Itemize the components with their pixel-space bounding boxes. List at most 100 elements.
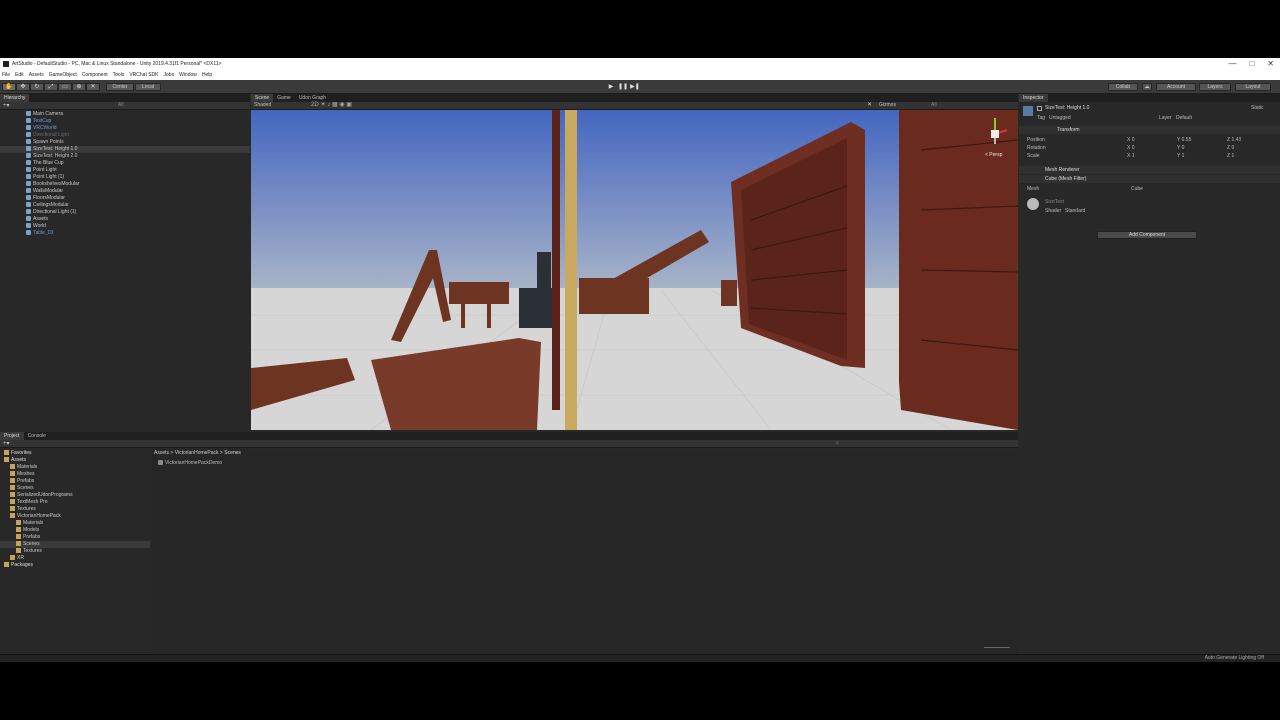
transform-tool-icon[interactable]: ⊕	[72, 83, 86, 91]
menu-gameobject[interactable]: GameObject	[49, 72, 77, 78]
hierarchy-item[interactable]: TestCup	[0, 118, 250, 125]
hand-tool-icon[interactable]: ✋	[2, 83, 16, 91]
project-folder-item[interactable]: Assets	[0, 457, 150, 464]
hierarchy-item[interactable]: FloorsModular	[0, 195, 250, 202]
create-plus-icon[interactable]: +▾	[3, 103, 10, 109]
custom-tool-icon[interactable]: ✕	[86, 83, 100, 91]
project-folder-item[interactable]: Scenes	[0, 485, 150, 492]
scene-search-input[interactable]: All	[931, 103, 937, 108]
menu-assets[interactable]: Assets	[29, 72, 44, 78]
scene-camera-icon[interactable]: ✕	[867, 102, 872, 108]
breadcrumb-scenes[interactable]: Scenes	[224, 450, 241, 456]
scale-z-field[interactable]: Z 1	[1227, 154, 1234, 159]
hierarchy-search-input[interactable]: All	[118, 103, 124, 108]
menu-jobs[interactable]: Jobs	[164, 72, 175, 78]
project-folder-item[interactable]: XR	[0, 555, 150, 562]
play-icon[interactable]: ▶	[606, 83, 616, 91]
shading-mode-dropdown[interactable]: Shaded	[254, 103, 271, 108]
add-component-button[interactable]: Add Component	[1097, 231, 1197, 239]
project-folder-item[interactable]: SerializedUdonPrograms	[0, 492, 150, 499]
project-folder-item[interactable]: Materials	[0, 464, 150, 471]
project-folder-item[interactable]: Prefabs	[0, 534, 150, 541]
maximize-button[interactable]: □	[1249, 60, 1254, 68]
scale-x-field[interactable]: X 1	[1127, 154, 1135, 159]
static-toggle[interactable]: Static	[1251, 106, 1264, 111]
mesh-object-field[interactable]: Cube	[1131, 187, 1143, 192]
position-z-field[interactable]: Z 1.43	[1227, 138, 1241, 143]
project-folder-item[interactable]: Packages	[0, 562, 150, 569]
project-folder-item[interactable]: VictorianHomePack	[0, 513, 150, 520]
tab-udon-graph[interactable]: Udon Graph	[295, 94, 330, 102]
step-icon[interactable]: ▶❚	[630, 83, 640, 91]
hierarchy-item[interactable]: CeilingsModular	[0, 202, 250, 209]
hierarchy-item[interactable]: World	[0, 223, 250, 230]
breadcrumb-victorianhomepack[interactable]: VictorianHomePack	[175, 450, 219, 456]
project-folder-item[interactable]: TextMesh Pro	[0, 499, 150, 506]
hierarchy-item[interactable]: Directional Light (1)	[0, 209, 250, 216]
project-folder-item[interactable]: Materials	[0, 520, 150, 527]
project-search-icon[interactable]: ⌕	[836, 441, 839, 446]
account-dropdown[interactable]: Account	[1156, 83, 1196, 91]
file-victorianhomepackdemo[interactable]: VictorianHomePackDemo	[158, 460, 222, 466]
object-name-field[interactable]: SizeTest: Height 1.0	[1045, 106, 1089, 111]
menu-window[interactable]: Window	[179, 72, 197, 78]
layout-dropdown[interactable]: Layout	[1235, 83, 1271, 91]
move-tool-icon[interactable]: ✥	[16, 83, 30, 91]
menu-vrchat-sdk[interactable]: VRChat SDK	[129, 72, 158, 78]
rotation-z-field[interactable]: Z 0	[1227, 146, 1234, 151]
menu-file[interactable]: File	[2, 72, 10, 78]
tag-dropdown[interactable]: Untagged	[1049, 116, 1071, 121]
rotate-tool-icon[interactable]: ↻	[30, 83, 44, 91]
cloud-icon[interactable]: ☁	[1142, 83, 1152, 91]
project-folder-item[interactable]: Models	[0, 527, 150, 534]
scale-tool-icon[interactable]: ⤢	[44, 83, 58, 91]
close-button[interactable]: ✕	[1267, 60, 1274, 68]
tab-console[interactable]: Console	[24, 432, 50, 440]
project-folder-item[interactable]: Prefabs	[0, 478, 150, 485]
gizmos-dropdown[interactable]: Gizmos	[879, 103, 896, 108]
hierarchy-item[interactable]: Assets	[0, 216, 250, 223]
position-x-field[interactable]: X 0	[1127, 138, 1135, 143]
project-folder-item[interactable]: Textures	[0, 548, 150, 555]
hierarchy-item[interactable]: SizeTest: Height 1.0	[0, 146, 250, 153]
project-folder-item[interactable]: Textures	[0, 506, 150, 513]
rect-tool-icon[interactable]: ▭	[58, 83, 72, 91]
layers-dropdown[interactable]: Layers	[1199, 83, 1231, 91]
hierarchy-item[interactable]: Spawn Points	[0, 139, 250, 146]
project-create-icon[interactable]: +▾	[3, 441, 10, 447]
icon-size-slider[interactable]	[984, 647, 1010, 648]
tab-project[interactable]: Project	[0, 432, 24, 440]
hierarchy-item[interactable]: Point Light	[0, 167, 250, 174]
layer-dropdown[interactable]: Default	[1176, 116, 1192, 121]
menu-tools[interactable]: Tools	[113, 72, 125, 78]
active-checkbox[interactable]	[1037, 106, 1042, 111]
hierarchy-item[interactable]: SizeTest: Height 2.0	[0, 153, 250, 160]
persp-label[interactable]: < Persp	[985, 152, 1003, 158]
rotation-x-field[interactable]: X 0	[1127, 146, 1135, 151]
hierarchy-item[interactable]: Main Camera	[0, 111, 250, 118]
scene-viewport[interactable]: < Persp	[251, 110, 1018, 430]
scale-y-field[interactable]: Y 1	[1177, 154, 1184, 159]
project-folder-item[interactable]: Meshes	[0, 471, 150, 478]
shader-dropdown[interactable]: Standard	[1065, 209, 1085, 214]
pivot-space-toggle[interactable]: Local	[135, 83, 161, 91]
tab-inspector[interactable]: Inspector	[1019, 94, 1048, 102]
project-folder-item[interactable]: Favorites	[0, 450, 150, 457]
tab-game[interactable]: Game	[273, 94, 295, 102]
hierarchy-item[interactable]: BookshelvesModular	[0, 181, 250, 188]
hierarchy-item[interactable]: The Blue Cup	[0, 160, 250, 167]
hierarchy-item[interactable]: Point Light (1)	[0, 174, 250, 181]
menu-component[interactable]: Component	[82, 72, 108, 78]
breadcrumb-assets[interactable]: Assets	[154, 450, 169, 456]
rotation-y-field[interactable]: Y 0	[1177, 146, 1184, 151]
position-y-field[interactable]: Y 0.55	[1177, 138, 1191, 143]
minimize-button[interactable]: —	[1228, 60, 1236, 68]
menu-help[interactable]: Help	[202, 72, 212, 78]
pause-icon[interactable]: ❚❚	[618, 83, 628, 91]
pivot-center-toggle[interactable]: Center	[106, 83, 134, 91]
menu-edit[interactable]: Edit	[15, 72, 24, 78]
hierarchy-item[interactable]: Directional Light	[0, 132, 250, 139]
project-folder-item[interactable]: Scenes	[0, 541, 150, 548]
collab-button[interactable]: Collab	[1108, 83, 1138, 91]
scene-view-toggles[interactable]: 2D ☀ ♪ ▦ ◉ ▣	[311, 102, 352, 108]
